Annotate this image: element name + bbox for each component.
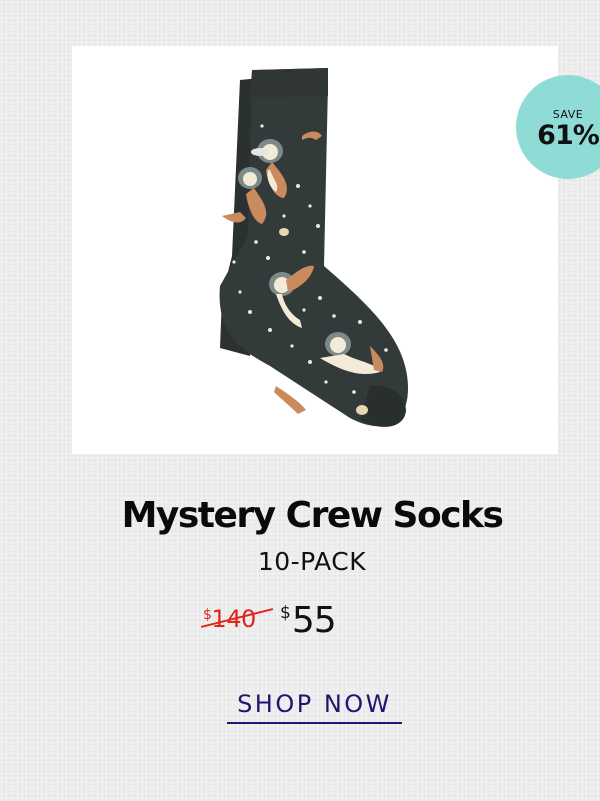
sale-price-amount: 55 <box>291 600 337 641</box>
save-badge-label: SAVE <box>552 107 584 121</box>
original-price-currency: $ <box>203 607 212 623</box>
sale-price-currency: $ <box>280 603 291 623</box>
save-badge-value: 61% <box>537 119 600 151</box>
product-image[interactable]: SAVE 61% <box>72 46 600 454</box>
sock-illustration <box>219 68 408 427</box>
save-badge: SAVE 61% <box>516 75 600 179</box>
price-row: $140 $55 <box>0 598 600 648</box>
sale-price: $55 <box>280 600 337 641</box>
product-subtitle: 10-PACK <box>257 547 367 576</box>
product-card: SAVE 61% Mystery Crew Socks 10-PACK $140… <box>0 0 600 801</box>
shop-now-link[interactable]: SHOP NOW <box>227 686 402 724</box>
product-title: Mystery Crew Socks <box>121 495 504 536</box>
